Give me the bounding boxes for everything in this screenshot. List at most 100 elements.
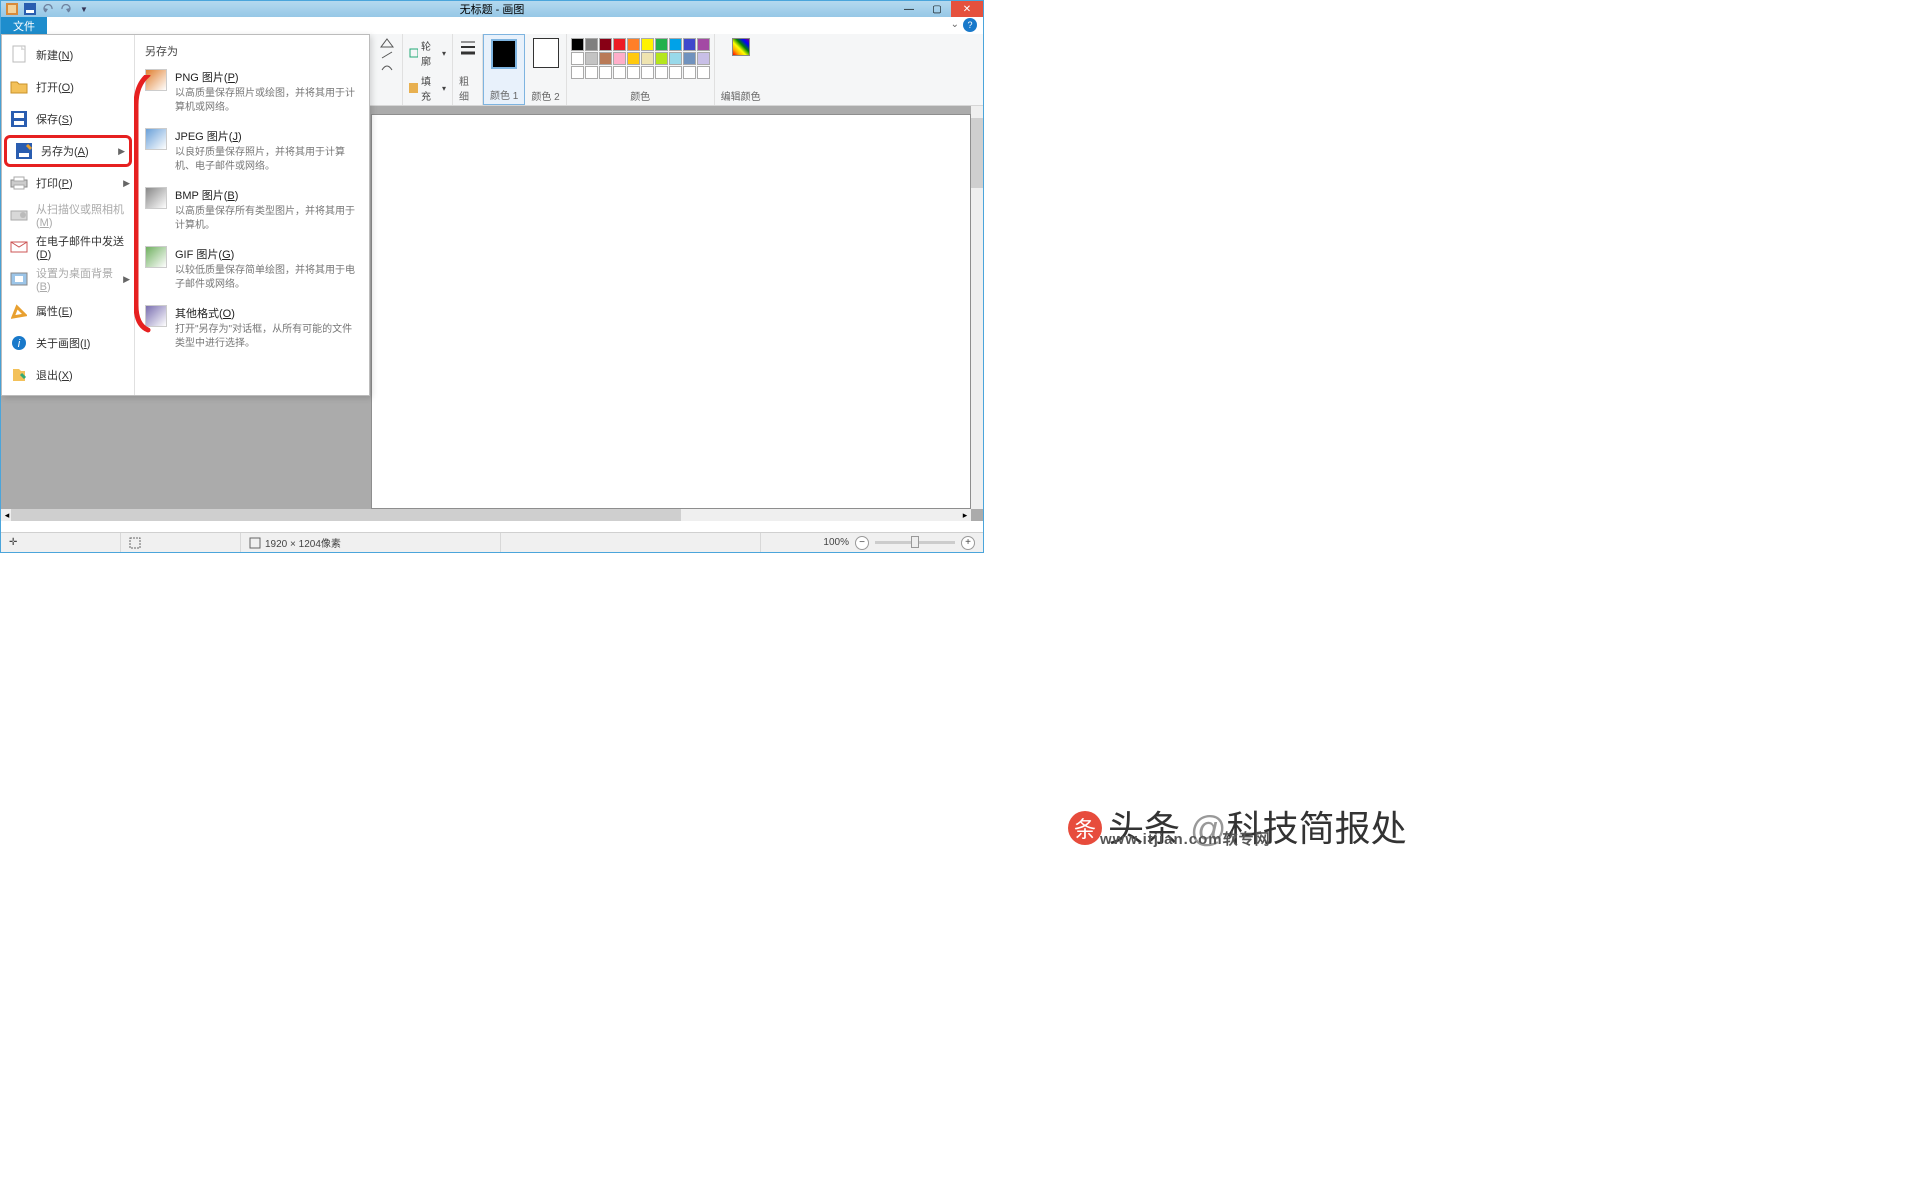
color-swatch[interactable] bbox=[655, 52, 668, 65]
shape-polygon-icon[interactable] bbox=[380, 38, 394, 48]
ribbon-color2-section[interactable]: 颜色 2 bbox=[525, 34, 566, 105]
zoom-in-button[interactable]: + bbox=[961, 536, 975, 550]
color-swatch[interactable] bbox=[627, 52, 640, 65]
edit-color-label: 编辑颜色 bbox=[721, 88, 761, 103]
color-swatch[interactable] bbox=[697, 66, 710, 79]
color1-swatch bbox=[491, 39, 517, 69]
file-menu-item[interactable]: 保存(S) bbox=[2, 103, 134, 135]
color-swatch[interactable] bbox=[613, 52, 626, 65]
color-swatch[interactable] bbox=[571, 66, 584, 79]
color2-label: 颜色 2 bbox=[531, 88, 559, 103]
format-heading: GIF 图片(G) bbox=[175, 246, 359, 262]
color-swatch[interactable] bbox=[641, 52, 654, 65]
saveas-format-item[interactable]: GIF 图片(G)以较低质量保存简单绘图，并将其用于电子邮件或网络。 bbox=[143, 242, 361, 301]
format-description: 以高质量保存所有类型图片，并将其用于计算机。 bbox=[175, 205, 359, 232]
file-tab[interactable]: 文件 bbox=[1, 17, 47, 34]
canvas[interactable] bbox=[371, 114, 971, 509]
dimensions-icon bbox=[249, 537, 261, 549]
watermark-url: www.itjian.com软专网 bbox=[1100, 828, 1271, 849]
file-menu-item[interactable]: i关于画图(I) bbox=[2, 327, 134, 359]
app-window: ▼ 无标题 - 画图 — ▢ ✕ 文件 ⌄ ? 轮廓▾ 填充▾ 粗细 bbox=[0, 0, 984, 553]
saveas-format-item[interactable]: BMP 图片(B)以高质量保存所有类型图片，并将其用于计算机。 bbox=[143, 183, 361, 242]
color-swatch[interactable] bbox=[683, 38, 696, 51]
color-swatch[interactable] bbox=[697, 38, 710, 51]
save-icon[interactable] bbox=[23, 2, 37, 16]
menu-item-icon bbox=[10, 110, 28, 128]
maximize-button[interactable]: ▢ bbox=[923, 1, 951, 17]
file-menu-item[interactable]: 在电子邮件中发送(D) bbox=[2, 231, 134, 263]
help-icon[interactable]: ? bbox=[963, 18, 977, 32]
color-swatch[interactable] bbox=[585, 52, 598, 65]
menu-item-icon bbox=[10, 270, 28, 288]
menu-item-icon bbox=[10, 302, 28, 320]
color-swatch[interactable] bbox=[627, 38, 640, 51]
shape-curve-icon[interactable] bbox=[380, 62, 394, 72]
color-swatch[interactable] bbox=[641, 66, 654, 79]
ribbon-edit-color-section[interactable]: 编辑颜色 bbox=[715, 34, 767, 105]
vertical-scrollbar[interactable] bbox=[971, 106, 983, 509]
color-swatch[interactable] bbox=[669, 38, 682, 51]
undo-icon[interactable] bbox=[41, 2, 55, 16]
color-swatch[interactable] bbox=[613, 66, 626, 79]
color-swatch[interactable] bbox=[669, 52, 682, 65]
app-icon[interactable] bbox=[5, 2, 19, 16]
selection-icon bbox=[129, 537, 141, 549]
color-swatch[interactable] bbox=[571, 52, 584, 65]
ribbon-color1-section[interactable]: 颜色 1 bbox=[483, 34, 525, 105]
minimize-button[interactable]: — bbox=[895, 1, 923, 17]
file-menu-item[interactable]: 属性(E) bbox=[2, 295, 134, 327]
color-swatch[interactable] bbox=[697, 52, 710, 65]
shape-line-icon[interactable] bbox=[380, 50, 394, 60]
zoom-slider[interactable] bbox=[875, 541, 955, 544]
color-swatch[interactable] bbox=[599, 38, 612, 51]
redo-icon[interactable] bbox=[59, 2, 73, 16]
status-filesize bbox=[501, 533, 761, 552]
edit-color-icon bbox=[732, 38, 750, 56]
file-menu-item[interactable]: 打开(O) bbox=[2, 71, 134, 103]
menu-item-label: 关于画图(I) bbox=[36, 335, 90, 351]
status-dimensions: 1920 × 1204像素 bbox=[241, 533, 501, 552]
color-swatch[interactable] bbox=[585, 38, 598, 51]
color-swatch[interactable] bbox=[627, 66, 640, 79]
ribbon-thickness-section: 粗细 bbox=[453, 34, 483, 105]
scroll-right-icon[interactable]: ▸ bbox=[959, 510, 971, 521]
color-swatch[interactable] bbox=[641, 38, 654, 51]
color-swatch[interactable] bbox=[669, 66, 682, 79]
color-swatch[interactable] bbox=[571, 38, 584, 51]
saveas-format-item[interactable]: PNG 图片(P)以高质量保存照片或绘图，并将其用于计算机或网络。 bbox=[143, 65, 361, 124]
color-swatch[interactable] bbox=[683, 66, 696, 79]
color-swatch[interactable] bbox=[599, 66, 612, 79]
title-bar: ▼ 无标题 - 画图 — ▢ ✕ bbox=[1, 1, 983, 17]
status-selection bbox=[121, 533, 241, 552]
color-swatch[interactable] bbox=[613, 38, 626, 51]
file-menu-item[interactable]: 新建(N) bbox=[2, 39, 134, 71]
color-swatch[interactable] bbox=[599, 52, 612, 65]
format-description: 打开"另存为"对话框，从所有可能的文件类型中进行选择。 bbox=[175, 323, 359, 350]
window-controls: — ▢ ✕ bbox=[895, 1, 983, 17]
color-swatch[interactable] bbox=[655, 66, 668, 79]
scrollbar-thumb[interactable] bbox=[11, 509, 681, 521]
file-menu-item[interactable]: 另存为(A)▶ bbox=[4, 135, 132, 167]
qat-dropdown-icon[interactable]: ▼ bbox=[77, 2, 91, 16]
thickness-icon[interactable] bbox=[459, 38, 477, 56]
color-swatch[interactable] bbox=[655, 38, 668, 51]
scrollbar-thumb[interactable] bbox=[971, 118, 983, 188]
menu-item-icon bbox=[15, 142, 33, 160]
file-menu-item[interactable]: 退出(X) bbox=[2, 359, 134, 391]
color-swatch[interactable] bbox=[683, 52, 696, 65]
thickness-label: 粗细 bbox=[459, 73, 476, 103]
zoom-out-button[interactable]: − bbox=[855, 536, 869, 550]
menu-item-icon bbox=[10, 46, 28, 64]
status-cursor-pos: ✛ bbox=[1, 533, 121, 552]
menu-item-label: 从扫描仪或照相机(M) bbox=[36, 201, 126, 229]
fill-button[interactable]: 填充▾ bbox=[409, 73, 446, 103]
outline-button[interactable]: 轮廓▾ bbox=[409, 38, 446, 68]
ribbon-collapse-icon[interactable]: ⌄ bbox=[951, 19, 959, 30]
horizontal-scrollbar[interactable]: ◂ ▸ bbox=[1, 509, 971, 521]
saveas-format-item[interactable]: 其他格式(O)打开"另存为"对话框，从所有可能的文件类型中进行选择。 bbox=[143, 301, 361, 360]
file-menu-item[interactable]: 打印(P)▶ bbox=[2, 167, 134, 199]
close-button[interactable]: ✕ bbox=[951, 1, 983, 17]
color-swatch[interactable] bbox=[585, 66, 598, 79]
zoom-thumb[interactable] bbox=[911, 536, 919, 548]
saveas-format-item[interactable]: JPEG 图片(J)以良好质量保存照片，并将其用于计算机、电子邮件或网络。 bbox=[143, 124, 361, 183]
